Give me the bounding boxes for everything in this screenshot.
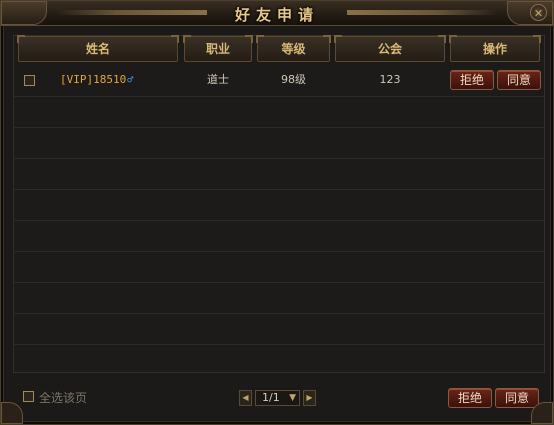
empty-row — [14, 283, 544, 314]
page-indicator: 1/1 — [262, 391, 280, 404]
close-button[interactable]: ✕ — [530, 4, 547, 21]
table-header: 姓名 职业 等级 公会 操作 — [14, 35, 544, 64]
row-checkbox[interactable] — [24, 75, 35, 86]
header-action: 操作 — [449, 35, 541, 62]
friend-request-window: 好友申请 ✕ 姓名 职业 等级 公会 操作 [VIP]18510♂ 道士 98级… — [0, 0, 554, 425]
table-row: [VIP]18510♂ 道士 98级 123 拒绝 同意 — [14, 65, 544, 97]
next-page-button[interactable]: ▶ — [303, 390, 316, 406]
empty-row — [14, 128, 544, 159]
chevron-down-icon: ▼ — [289, 393, 296, 403]
empty-row — [14, 97, 544, 128]
request-list-panel: 姓名 职业 等级 公会 操作 [VIP]18510♂ 道士 98级 123 拒绝… — [13, 35, 545, 373]
agree-all-button[interactable]: 同意 — [495, 388, 539, 408]
header-job: 职业 — [183, 35, 253, 62]
player-name-cell: [VIP]18510♂ — [60, 65, 133, 95]
reject-all-button[interactable]: 拒绝 — [448, 388, 492, 408]
select-all-checkbox[interactable] — [23, 391, 34, 402]
agree-button[interactable]: 同意 — [497, 70, 541, 90]
select-all-label: 全选该页 — [39, 391, 88, 405]
empty-row — [14, 159, 544, 190]
header-name: 姓名 — [17, 35, 179, 62]
arrow-left-icon: ◀ — [242, 393, 249, 402]
player-name: [VIP]18510 — [60, 73, 127, 86]
male-icon: ♂ — [127, 75, 134, 86]
close-icon: ✕ — [533, 7, 544, 20]
header-guild: 公会 — [334, 35, 446, 62]
empty-row — [14, 252, 544, 283]
bottom-corner-left — [1, 402, 23, 424]
player-level: 98级 — [281, 73, 306, 86]
page-select[interactable]: 1/1 ▼ — [255, 390, 300, 406]
title-ornament-right — [347, 10, 497, 15]
empty-row — [14, 314, 544, 345]
player-job: 道士 — [207, 73, 229, 86]
title-bar: 好友申请 ✕ — [1, 1, 553, 26]
bottom-corner-right — [531, 402, 553, 424]
arrow-right-icon: ▶ — [306, 393, 313, 402]
header-level: 等级 — [256, 35, 331, 62]
empty-row — [14, 221, 544, 252]
prev-page-button[interactable]: ◀ — [239, 390, 252, 406]
player-guild: 123 — [379, 73, 401, 86]
reject-button[interactable]: 拒绝 — [450, 70, 494, 90]
empty-row — [14, 190, 544, 221]
